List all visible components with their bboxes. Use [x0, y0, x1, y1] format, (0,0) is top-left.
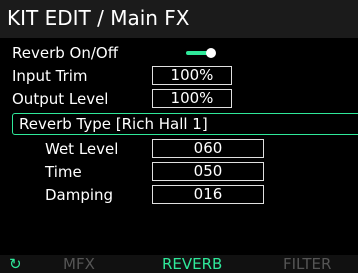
header-bar: KIT EDIT / Main FX — [0, 0, 358, 38]
page-title: KIT EDIT / Main FX — [7, 6, 190, 30]
param-value-damping[interactable]: 016 — [152, 185, 264, 204]
param-label: Output Level — [12, 90, 109, 108]
tab-filter[interactable]: FILTER — [283, 255, 331, 273]
param-label: Time — [45, 163, 82, 181]
param-row-reverb-onoff[interactable]: Reverb On/Off — [0, 42, 358, 65]
refresh-icon[interactable]: ↻ — [9, 256, 22, 272]
param-row-time[interactable]: Time 050 — [0, 161, 358, 184]
tab-reverb[interactable]: REVERB — [162, 255, 222, 273]
param-label: Reverb Type [Rich Hall 1] — [19, 115, 208, 133]
param-value-wet-level[interactable]: 060 — [152, 139, 264, 158]
param-label: Damping — [45, 186, 114, 204]
param-label: Wet Level — [45, 140, 119, 158]
param-value-output-level[interactable]: 100% — [152, 89, 232, 108]
tab-mfx[interactable]: MFX — [63, 255, 95, 273]
param-row-wet-level[interactable]: Wet Level 060 — [0, 138, 358, 161]
param-row-output-level[interactable]: Output Level 100% — [0, 88, 358, 111]
toggle-knob — [206, 48, 216, 58]
param-label: Input Trim — [12, 67, 88, 85]
param-row-damping[interactable]: Damping 016 — [0, 184, 358, 207]
param-row-input-trim[interactable]: Input Trim 100% — [0, 65, 358, 88]
param-value-time[interactable]: 050 — [152, 162, 264, 181]
param-row-reverb-type[interactable]: Reverb Type [Rich Hall 1] — [12, 113, 358, 135]
param-value-input-trim[interactable]: 100% — [152, 66, 232, 85]
param-label: Reverb On/Off — [12, 44, 119, 62]
tab-bar: ↻ MFX REVERB FILTER — [0, 255, 358, 273]
reverb-toggle[interactable] — [186, 48, 216, 58]
